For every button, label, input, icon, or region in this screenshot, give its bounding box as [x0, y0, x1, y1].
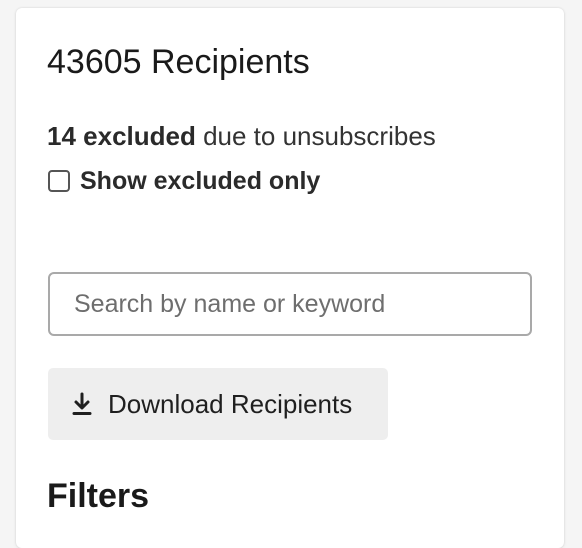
excluded-count: 14 excluded	[47, 121, 196, 151]
search-input[interactable]	[50, 274, 530, 334]
recipients-count: 43605	[47, 43, 142, 81]
show-excluded-only-toggle[interactable]: Show excluded only	[48, 164, 320, 198]
show-excluded-only-checkbox[interactable]	[48, 170, 70, 192]
recipients-title: 43605 Recipients	[47, 38, 310, 86]
show-excluded-only-label[interactable]: Show excluded only	[80, 167, 320, 196]
download-recipients-label[interactable]: Download Recipients	[108, 389, 352, 420]
recipients-panel: 43605 Recipients 14 excluded due to unsu…	[16, 8, 564, 548]
filters-heading: Filters	[47, 477, 150, 515]
download-icon	[70, 391, 94, 417]
excluded-summary: 14 excluded due to unsubscribes	[47, 118, 436, 154]
excluded-reason: due to unsubscribes	[195, 121, 436, 151]
recipients-label: Recipients	[141, 43, 310, 81]
download-recipients-button[interactable]: Download Recipients	[48, 368, 388, 440]
search-field[interactable]	[48, 272, 532, 336]
